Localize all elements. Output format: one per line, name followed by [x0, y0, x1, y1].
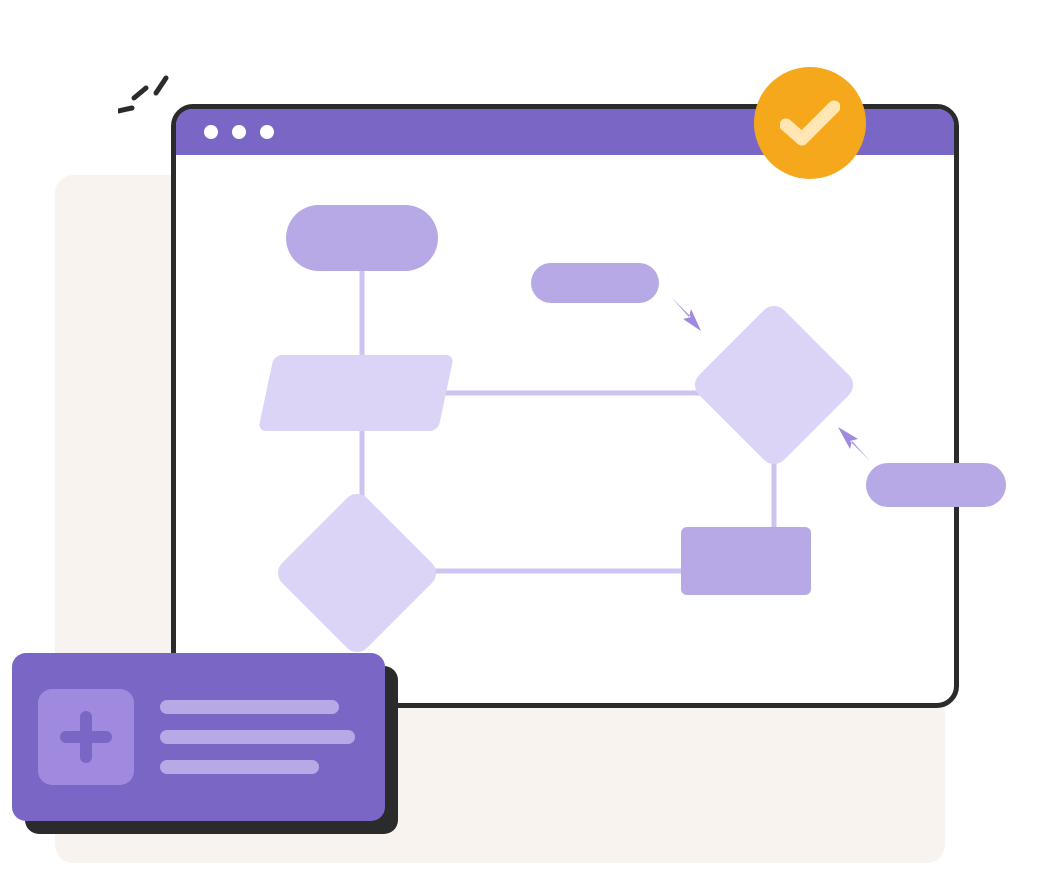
text-line	[160, 730, 355, 744]
window-control-close-icon[interactable]	[204, 125, 218, 139]
window-control-maximize-icon[interactable]	[260, 125, 274, 139]
flowchart-canvas[interactable]	[176, 155, 954, 703]
add-card[interactable]	[12, 653, 385, 821]
flow-annotation-1[interactable]	[531, 263, 659, 303]
add-button[interactable]	[38, 689, 134, 785]
flow-annotation-2[interactable]	[866, 463, 1006, 507]
arrow-down-right-icon	[669, 295, 703, 333]
emphasis-lines-icon	[118, 70, 178, 120]
flow-node-start[interactable]	[286, 205, 438, 271]
flow-node-process[interactable]	[681, 527, 811, 595]
checkmark-icon	[780, 99, 840, 147]
plus-icon	[60, 711, 112, 763]
card-text-placeholder	[160, 700, 359, 774]
text-line	[160, 760, 319, 774]
text-line	[160, 700, 339, 714]
app-window	[171, 104, 959, 708]
flow-node-input[interactable]	[258, 355, 454, 431]
window-control-minimize-icon[interactable]	[232, 125, 246, 139]
arrow-up-left-icon	[836, 427, 872, 463]
